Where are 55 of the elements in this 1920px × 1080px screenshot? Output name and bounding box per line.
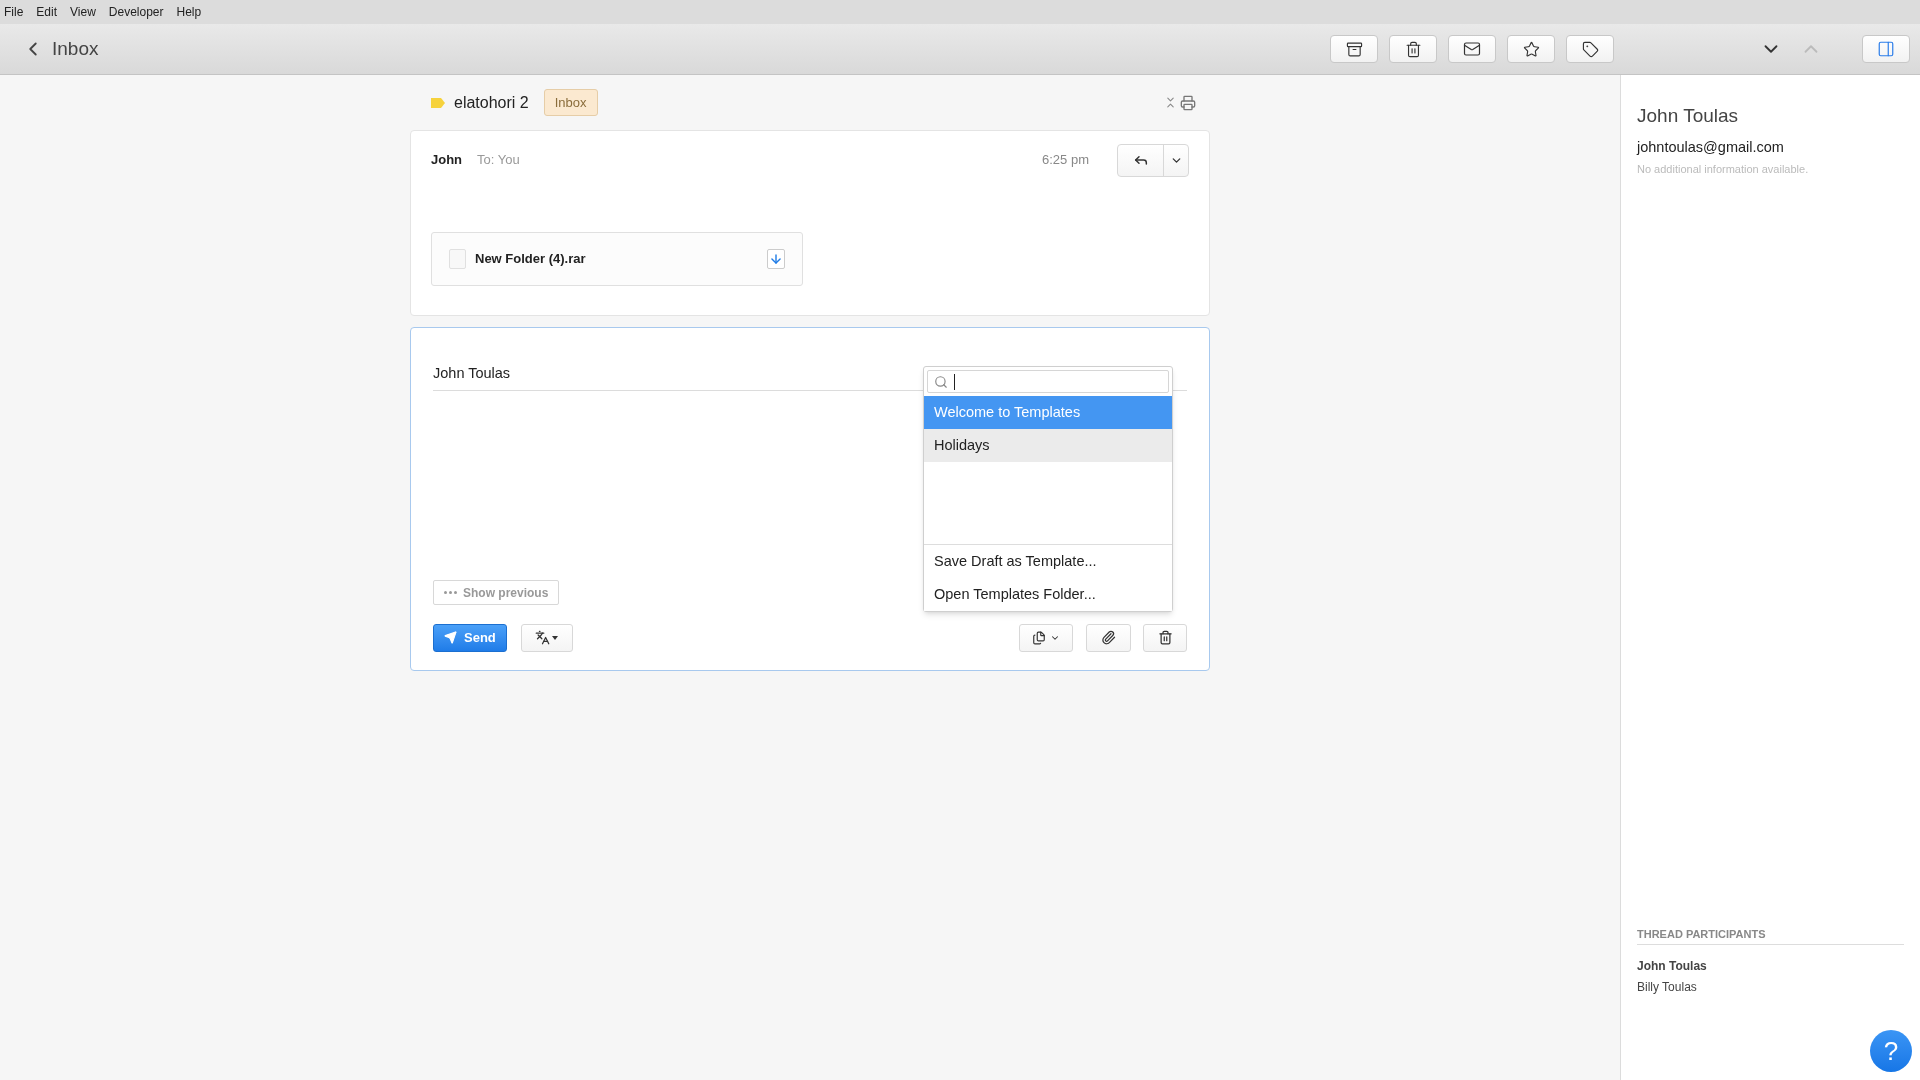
section-heading: THREAD PARTICIPANTS [1637,925,1904,945]
attachment-name: New Folder (4).rar [475,250,586,269]
archive-icon [1345,40,1363,58]
star-button[interactable] [1507,35,1555,63]
attach-button[interactable] [1086,623,1131,652]
contact-email: johntoulas@gmail.com [1637,137,1785,157]
menu-item[interactable]: View [70,3,96,21]
contact-info: No additional information available. [1637,162,1810,178]
tag-icon [430,96,446,109]
sender-name: John [431,151,463,170]
templates-button[interactable] [1019,623,1073,652]
archive-button[interactable] [1330,35,1378,63]
thread-subject: elatohori 2 [454,92,529,113]
download-icon[interactable] [767,249,785,269]
file-icon [449,249,466,269]
tag-icon [1581,40,1599,58]
participant-name[interactable]: John Toulas [1637,957,1707,975]
template-menu-item[interactable]: Holidays [924,429,1172,462]
reply-split-button[interactable] [1117,143,1189,177]
collapse-icon[interactable] [1164,96,1177,109]
envelope-icon [1463,40,1481,58]
template-menu-item[interactable]: Open Templates Folder... [924,578,1172,611]
trash-icon [1404,40,1422,58]
help-button[interactable]: ? [1870,1030,1912,1072]
attachment-card[interactable]: New Folder (4).rar [431,232,803,286]
menu-item[interactable]: Edit [36,3,58,21]
trash-button[interactable] [1389,35,1437,63]
paperclip-icon [1101,630,1116,645]
translate-icon [535,630,551,645]
label-button[interactable] [1566,35,1614,63]
contact-name: John Toulas [1637,104,1740,128]
inbox-label: Inbox [543,88,598,117]
delete-draft-button[interactable] [1143,623,1187,652]
print-icon[interactable] [1180,94,1196,111]
menu-item[interactable]: File [4,3,24,21]
back-button[interactable]: Inbox [22,34,99,64]
template-menu-item[interactable]: Save Draft as Template... [924,545,1172,578]
sidebar-toggle-button[interactable] [1862,35,1910,63]
search-icon [934,374,948,389]
trash-icon [1157,630,1173,645]
sidebar-panel-icon [1877,40,1895,58]
send-icon [444,631,457,644]
message-time: 6:25 pm [1042,151,1089,170]
translate-button[interactable] [520,623,573,652]
recipient-text: To: You [477,151,520,170]
menu-item[interactable]: Help [176,3,202,21]
menu-item[interactable]: Developer [108,3,164,21]
templates-icon [1032,630,1046,645]
participant-name[interactable]: Billy Toulas [1637,978,1697,996]
caret-icon [552,635,559,640]
mark-unread-button[interactable] [1448,35,1496,63]
ellipsis-icon [444,591,457,594]
star-icon [1522,40,1540,58]
recipient-token[interactable]: John Toulas [433,363,511,385]
template-search-field[interactable] [927,370,1169,393]
